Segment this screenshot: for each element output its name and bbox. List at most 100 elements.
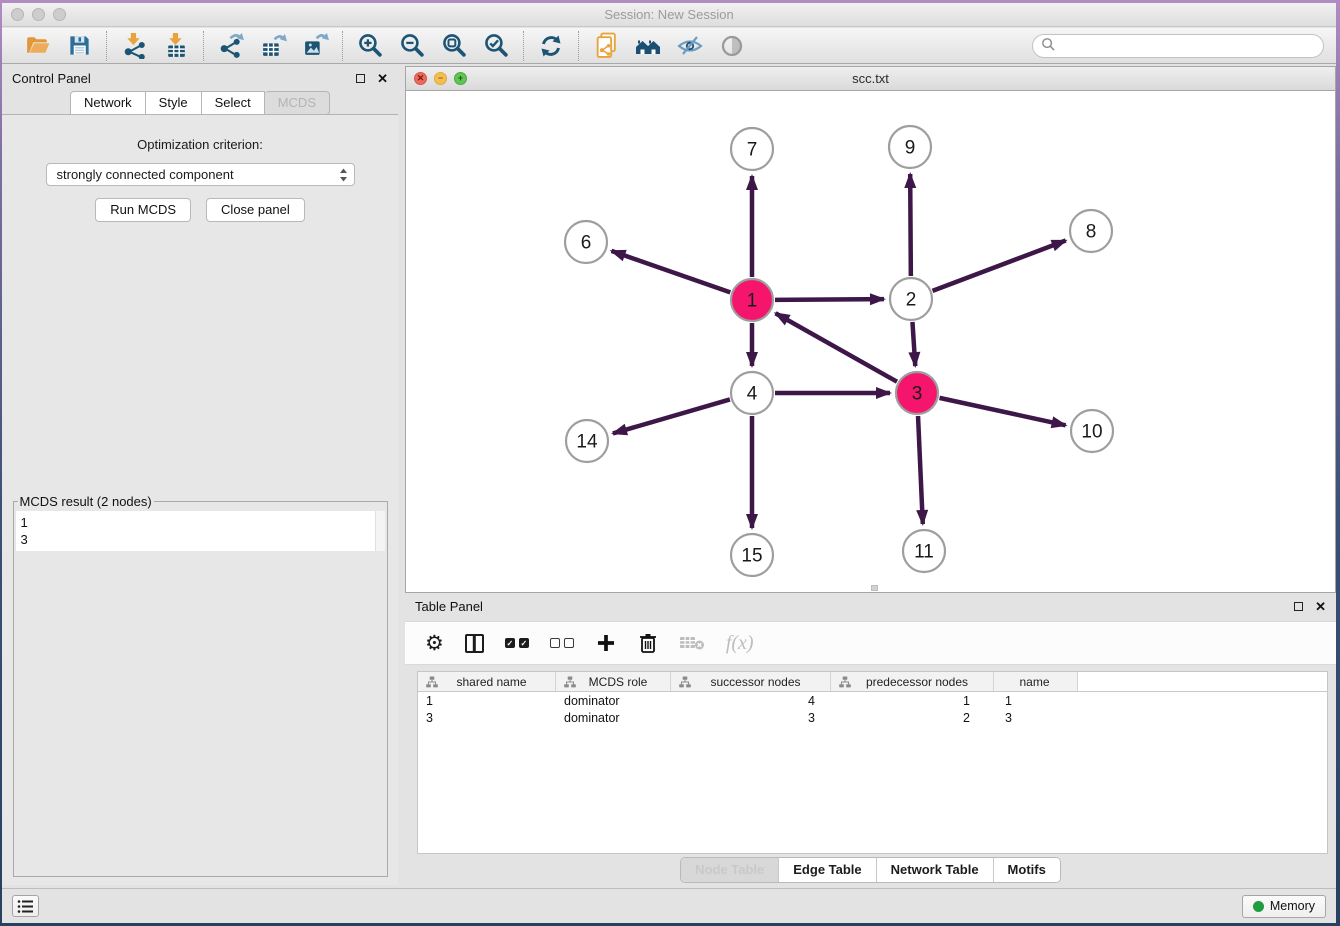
- graph-node-8[interactable]: 8: [1070, 210, 1112, 252]
- table-row[interactable]: 3 dominator 3 2 3: [418, 709, 1327, 726]
- cell-successor-nodes[interactable]: 4: [671, 694, 831, 708]
- import-table-button[interactable]: [162, 32, 190, 60]
- float-panel-icon[interactable]: [356, 74, 365, 83]
- zoom-out-button[interactable]: [398, 32, 426, 60]
- graph-node-label: 7: [747, 140, 758, 161]
- graph-node-1[interactable]: 1: [731, 279, 773, 321]
- graph-edge-3-11[interactable]: [918, 416, 923, 524]
- maximize-view-button[interactable]: +: [454, 72, 467, 85]
- cell-mcds-role[interactable]: dominator: [556, 694, 671, 708]
- close-window-button[interactable]: [11, 8, 24, 21]
- tab-network[interactable]: Network: [70, 91, 146, 115]
- column-header-name[interactable]: name: [994, 672, 1078, 691]
- graph-node-2[interactable]: 2: [890, 278, 932, 320]
- graph-node-label: 14: [576, 432, 598, 453]
- graph-edge-2-9[interactable]: [910, 174, 911, 276]
- cell-successor-nodes[interactable]: 3: [671, 711, 831, 725]
- graph-node-label: 11: [914, 542, 934, 563]
- checked-checkbox-icon: ✓: [519, 638, 529, 648]
- close-view-button[interactable]: ✕: [414, 72, 427, 85]
- show-columns-button[interactable]: [465, 630, 484, 656]
- column-header-shared-name[interactable]: shared name: [418, 672, 556, 691]
- zoom-selected-button[interactable]: [482, 32, 510, 60]
- graph-node-11[interactable]: 11: [903, 530, 945, 572]
- cell-shared-name[interactable]: 1: [418, 694, 556, 708]
- cyndex-home-button[interactable]: [634, 32, 662, 60]
- graph-node-14[interactable]: 14: [566, 420, 608, 462]
- graph-edge-2-8[interactable]: [933, 241, 1066, 291]
- graph-edge-4-14[interactable]: [613, 399, 730, 433]
- column-header-predecessor-nodes[interactable]: predecessor nodes: [831, 672, 994, 691]
- select-all-button[interactable]: ✓✓: [505, 630, 529, 656]
- tab-mcds[interactable]: MCDS: [265, 91, 330, 115]
- minimize-view-button[interactable]: −: [434, 72, 447, 85]
- graph-node-label: 3: [912, 384, 923, 405]
- tab-style[interactable]: Style: [146, 91, 202, 115]
- delete-table-button[interactable]: [679, 630, 705, 656]
- splitter-grip[interactable]: [871, 585, 878, 591]
- zoom-in-icon: [357, 32, 384, 59]
- memory-button[interactable]: Memory: [1242, 895, 1326, 918]
- export-network-button[interactable]: [217, 32, 245, 60]
- graph-edge-1-6[interactable]: [611, 251, 730, 293]
- tab-select[interactable]: Select: [202, 91, 265, 115]
- graph-node-4[interactable]: 4: [731, 372, 773, 414]
- float-panel-icon[interactable]: [1294, 602, 1303, 611]
- column-header-mcds-role[interactable]: MCDS role: [556, 672, 671, 691]
- result-scrollbar[interactable]: [375, 511, 385, 551]
- minimize-window-button[interactable]: [32, 8, 45, 21]
- close-panel-button[interactable]: Close panel: [206, 198, 305, 222]
- cell-name[interactable]: 1: [994, 694, 1078, 708]
- table-row[interactable]: 1 dominator 4 1 1: [418, 692, 1327, 709]
- export-image-button[interactable]: [301, 32, 329, 60]
- graph-node-9[interactable]: 9: [889, 126, 931, 168]
- tab-edge-table[interactable]: Edge Table: [778, 858, 875, 882]
- cell-predecessor-nodes[interactable]: 1: [831, 694, 994, 708]
- network-canvas[interactable]: 7 9 6 8 1 2 4 3 14 10 15 11: [405, 91, 1336, 593]
- add-column-button[interactable]: [595, 630, 617, 656]
- refresh-network-button[interactable]: [537, 32, 565, 60]
- graph-node-7[interactable]: 7: [731, 128, 773, 170]
- tab-network-table[interactable]: Network Table: [876, 858, 993, 882]
- optimization-criterion-select[interactable]: strongly connected component: [46, 163, 355, 186]
- graph-edge-3-1[interactable]: [776, 313, 897, 381]
- import-network-button[interactable]: [120, 32, 148, 60]
- window-titlebar: Session: New Session: [2, 3, 1336, 27]
- cell-mcds-role[interactable]: dominator: [556, 711, 671, 725]
- show-task-history-button[interactable]: [12, 895, 39, 917]
- node-table[interactable]: shared name MCDS role successor nodes pr…: [417, 671, 1328, 854]
- close-panel-icon[interactable]: ✕: [377, 72, 388, 85]
- graph-edge-2-3[interactable]: [912, 322, 915, 366]
- search-box[interactable]: [1032, 34, 1324, 58]
- network-graph[interactable]: 7 9 6 8 1 2 4 3 14 10 15 11: [406, 91, 1332, 592]
- open-session-button[interactable]: [23, 32, 51, 60]
- graph-node-10[interactable]: 10: [1071, 410, 1113, 452]
- graph-node-3[interactable]: 3: [896, 372, 938, 414]
- clone-network-button[interactable]: [592, 32, 620, 60]
- zoom-in-button[interactable]: [356, 32, 384, 60]
- column-header-successor-nodes[interactable]: successor nodes: [671, 672, 831, 691]
- delete-row-button[interactable]: [638, 630, 658, 656]
- graph-node-6[interactable]: 6: [565, 221, 607, 263]
- hide-graphics-details-button[interactable]: [676, 32, 704, 60]
- cell-predecessor-nodes[interactable]: 2: [831, 711, 994, 725]
- export-table-button[interactable]: [259, 32, 287, 60]
- search-input[interactable]: [1062, 38, 1315, 53]
- save-session-button[interactable]: [65, 32, 93, 60]
- cell-name[interactable]: 3: [994, 711, 1078, 725]
- deselect-all-button[interactable]: [550, 630, 574, 656]
- zoom-fit-button[interactable]: [440, 32, 468, 60]
- mcds-result-list[interactable]: 1 3: [16, 511, 385, 551]
- graph-edge-3-10[interactable]: [939, 398, 1065, 425]
- maximize-window-button[interactable]: [53, 8, 66, 21]
- run-mcds-button[interactable]: Run MCDS: [95, 198, 191, 222]
- graph-node-15[interactable]: 15: [731, 534, 773, 576]
- graph-edge-1-2[interactable]: [775, 299, 884, 300]
- close-panel-icon[interactable]: ✕: [1315, 600, 1326, 613]
- tab-node-table[interactable]: Node Table: [681, 858, 778, 882]
- apply-function-button[interactable]: f(x): [726, 630, 754, 656]
- tab-motifs[interactable]: Motifs: [993, 858, 1060, 882]
- table-settings-button[interactable]: ⚙: [425, 630, 444, 656]
- show-graphics-details-button[interactable]: [718, 32, 746, 60]
- cell-shared-name[interactable]: 3: [418, 711, 556, 725]
